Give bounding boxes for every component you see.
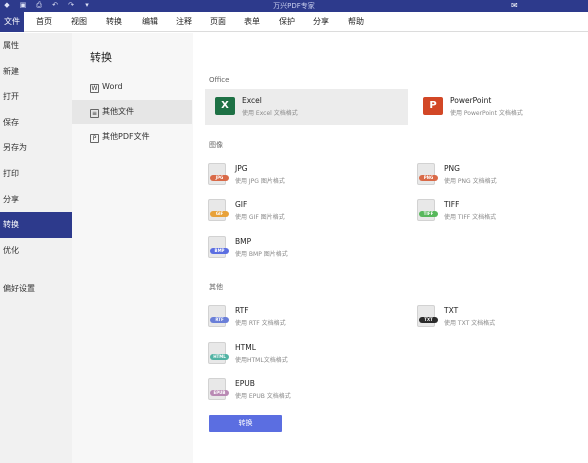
sidebar-item-properties[interactable]: 属性 (0, 33, 72, 59)
format-epub[interactable]: EPUB EPUB 使用 EPUB 文档格式 (198, 372, 398, 408)
format-txt-desc: 使用 TXT 文档格式 (444, 320, 496, 327)
html-file-icon: HTML (208, 342, 229, 366)
tab-view[interactable]: 视图 (65, 12, 93, 32)
tiff-file-icon: TIFF (417, 199, 438, 223)
option-word-label: Word (102, 82, 123, 91)
format-html[interactable]: HTML HTML 使用HTML文档格式 (198, 336, 398, 372)
mail-icon[interactable]: ✉ (511, 1, 522, 10)
sidebar-item-optimize[interactable]: 优化 (0, 238, 72, 264)
format-txt-name: TXT (444, 306, 459, 315)
sidebar-item-share[interactable]: 分享 (0, 187, 72, 213)
option-other-files-label: 其他文件 (102, 107, 134, 116)
sidebar-item-save[interactable]: 保存 (0, 110, 72, 136)
section-other-label: 其他 (209, 283, 223, 291)
sidebar-item-print[interactable]: 打印 (0, 161, 72, 187)
word-icon: W (90, 84, 99, 93)
option-other-files[interactable]: ≡ 其他文件 (72, 100, 192, 124)
tab-share[interactable]: 分享 (307, 12, 335, 32)
format-excel[interactable]: X Excel 使用 Excel 文档格式 (205, 89, 408, 125)
menu-bar: 文件 首页 视图 转换 编辑 注释 页面 表单 保护 分享 帮助 (0, 12, 588, 32)
format-gif-name: GIF (235, 200, 248, 209)
rtf-file-icon: RTF (208, 305, 229, 329)
format-rtf[interactable]: RTF RTF 使用 RTF 文档格式 (198, 299, 398, 335)
format-jpg[interactable]: JPG JPG 使用 JPG 图片格式 (198, 157, 398, 193)
panel-heading: 转换 (90, 51, 112, 64)
option-word[interactable]: W Word (72, 75, 192, 99)
section-image-label: 图像 (209, 141, 223, 149)
format-gif-desc: 使用 GIF 图片格式 (235, 214, 285, 221)
tab-convert[interactable]: 转换 (100, 12, 128, 32)
section-office-label: Office (209, 76, 230, 84)
format-png-name: PNG (444, 164, 460, 173)
format-html-name: HTML (235, 343, 256, 352)
backstage-sidebar: 属性 新建 打开 保存 另存为 打印 分享 转换 优化 偏好设置 (0, 33, 72, 463)
format-epub-name: EPUB (235, 379, 255, 388)
title-bar: ◆ ▣ ⎙ ↶ ↷ ▾ 万兴PDF专家 ✉ (0, 0, 588, 12)
format-jpg-desc: 使用 JPG 图片格式 (235, 178, 285, 185)
other-files-icon: ≡ (90, 109, 99, 118)
format-jpg-name: JPG (235, 164, 248, 173)
format-txt[interactable]: TXT TXT 使用 TXT 文档格式 (407, 299, 588, 335)
format-excel-desc: 使用 Excel 文档格式 (242, 110, 298, 117)
format-png-desc: 使用 PNG 文档格式 (444, 178, 497, 185)
epub-file-icon: EPUB (208, 378, 229, 402)
sidebar-item-open[interactable]: 打开 (0, 84, 72, 110)
powerpoint-icon: P (423, 95, 443, 119)
tab-protect[interactable]: 保护 (273, 12, 301, 32)
format-bmp-desc: 使用 BMP 图片格式 (235, 251, 288, 258)
format-powerpoint[interactable]: P PowerPoint 使用 PowerPoint 文档格式 (413, 89, 588, 125)
sidebar-item-new[interactable]: 新建 (0, 59, 72, 85)
tab-form[interactable]: 表单 (238, 12, 266, 32)
window-title: 万兴PDF专家 (273, 2, 315, 10)
format-excel-name: Excel (242, 96, 262, 105)
format-list: Office X Excel 使用 Excel 文档格式 P PowerPoin… (193, 33, 588, 463)
option-other-pdf-files[interactable]: P 其他PDF文件 (72, 125, 192, 149)
jpg-file-icon: JPG (208, 163, 229, 187)
tab-edit[interactable]: 编辑 (136, 12, 164, 32)
tab-help[interactable]: 帮助 (342, 12, 370, 32)
sidebar-item-convert[interactable]: 转换 (0, 212, 72, 238)
excel-icon: X (215, 95, 235, 119)
format-bmp-name: BMP (235, 237, 252, 246)
convert-options-panel: 转换 W Word ≡ 其他文件 P 其他PDF文件 (72, 33, 193, 463)
tab-comment[interactable]: 注释 (170, 12, 198, 32)
sidebar-item-save-as[interactable]: 另存为 (0, 135, 72, 161)
format-tiff[interactable]: TIFF TIFF 使用 TIFF 文档格式 (407, 193, 588, 229)
format-html-desc: 使用HTML文档格式 (235, 357, 288, 364)
bmp-file-icon: BMP (208, 236, 229, 260)
format-powerpoint-desc: 使用 PowerPoint 文档格式 (450, 110, 523, 117)
format-gif[interactable]: GIF GIF 使用 GIF 图片格式 (198, 193, 398, 229)
format-png[interactable]: PNG PNG 使用 PNG 文档格式 (407, 157, 588, 193)
format-tiff-desc: 使用 TIFF 文档格式 (444, 214, 497, 221)
format-bmp[interactable]: BMP BMP 使用 BMP 图片格式 (198, 230, 398, 266)
png-file-icon: PNG (417, 163, 438, 187)
txt-file-icon: TXT (417, 305, 438, 329)
sidebar-item-preferences[interactable]: 偏好设置 (0, 276, 72, 302)
convert-button[interactable]: 转换 (209, 415, 282, 432)
format-rtf-desc: 使用 RTF 文档格式 (235, 320, 286, 327)
format-powerpoint-name: PowerPoint (450, 96, 492, 105)
format-epub-desc: 使用 EPUB 文档格式 (235, 393, 291, 400)
gif-file-icon: GIF (208, 199, 229, 223)
tab-file[interactable]: 文件 (0, 12, 24, 32)
other-pdf-icon: P (90, 134, 99, 143)
option-other-pdf-files-label: 其他PDF文件 (102, 132, 150, 141)
format-tiff-name: TIFF (444, 200, 460, 209)
format-rtf-name: RTF (235, 306, 249, 315)
tab-page[interactable]: 页面 (204, 12, 232, 32)
tab-home[interactable]: 首页 (30, 12, 58, 32)
